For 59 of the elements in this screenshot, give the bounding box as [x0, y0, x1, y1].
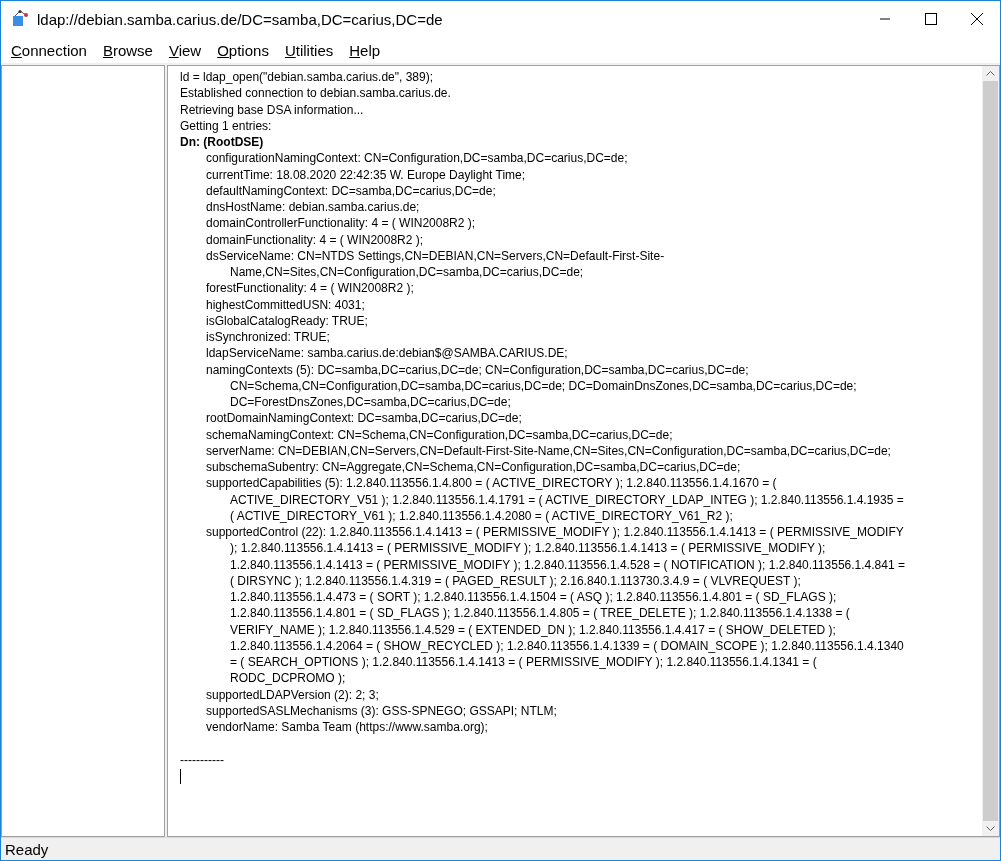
- log-line: vendorName: Samba Team (https://www.samba.org);: [206, 720, 488, 734]
- log-line: dnsHostName: debian.samba.carius.de;: [206, 200, 420, 214]
- menu-item[interactable]: Help: [341, 39, 389, 61]
- log-line: schemaNamingContext: CN=Schema,CN=Configuration,DC=samba,DC=carius,DC=de;: [206, 427, 673, 442]
- menu-item[interactable]: Browse: [94, 39, 161, 61]
- log-line: supportedControl (22): 1.2.840.113556.1.4.1413 = ( PERMISSIVE_MODIFY ); 1.2.840.113556.1.4.1413 = ( PERMISSIVE_MODIFY: [206, 525, 904, 539]
- log-line: Name,CN=Sites,CN=Configuration,DC=samba,DC=carius,DC=de;: [230, 265, 584, 279]
- log-line: ld = ldap_open("debian.samba.carius.de", 389);: [180, 70, 434, 84]
- log-line: Retrieving base DSA information...: [180, 102, 364, 117]
- log-line: Dn: (RootDSE): [180, 135, 264, 149]
- log-line: namingContexts (5): DC=samba,DC=carius,DC=de; CN=Configuration,DC=samba,DC=carius,DC=de;: [206, 362, 749, 377]
- log-line: defaultNamingContext: DC=samba,DC=carius,DC=de;: [206, 183, 496, 198]
- scrollbar[interactable]: [982, 66, 999, 836]
- log-line: 1.2.840.113556.1.4.801 = ( SD_FLAGS ); 1.2.840.113556.1.4.805 = ( TREE_DELETE ); 1.2.840.113556.1.4.1338 = (: [230, 606, 850, 621]
- log-line: rootDomainNamingContext: DC=samba,DC=carius,DC=de;: [206, 411, 522, 426]
- log-line: supportedLDAPVersion (2): 2; 3;: [206, 687, 379, 702]
- log-line: isGlobalCatalogReady: TRUE;: [206, 313, 368, 328]
- log-line: currentTime: 18.08.2020 22:42:35 W. Europe Daylight Time;: [206, 167, 526, 182]
- close-icon: [971, 13, 983, 25]
- maximize-icon: [925, 13, 937, 25]
- scroll-down-icon[interactable]: [986, 826, 995, 831]
- log-line: subschemaSubentry: CN=Aggregate,CN=Schema,CN=Configuration,DC=samba,DC=carius,DC=de;: [206, 460, 741, 474]
- log-line: Established connection to debian.samba.carius.de.: [180, 86, 451, 101]
- menu-item[interactable]: Utilities: [276, 39, 342, 61]
- window-title: ldap://debian.samba.carius.de/DC=samba,DC=carius,DC=de: [37, 10, 444, 28]
- log-line: VERIFY_NAME ); 1.2.840.113556.1.4.529 = ( EXTENDED_DN ); 1.2.840.113556.1.4.417 = ( SHOW_DELETED );: [230, 622, 836, 637]
- log-line: Getting 1 entries:: [180, 118, 272, 133]
- log-line: highestCommittedUSN: 4031;: [206, 297, 365, 312]
- log-line: isSynchronized: TRUE;: [206, 330, 330, 344]
- log-line: forestFunctionality: 4 = ( WIN2008R2 );: [206, 281, 414, 296]
- log-line: RODC_DCPROMO );: [230, 671, 346, 686]
- log-line: CN=Schema,CN=Configuration,DC=samba,DC=carius,DC=de; DC=DomainDnsZones,DC=samba,DC=carius,DC=de;: [230, 378, 857, 393]
- status-text: Ready: [5, 840, 50, 858]
- log-line: ( ACTIVE_DIRECTORY_V61 ); 1.2.840.113556.1.4.2080 = ( ACTIVE_DIRECTORY_V61_R2 );: [230, 508, 733, 523]
- log-line: serverName: CN=DEBIAN,CN=Servers,CN=Default-First-Site-Name,CN=Sites,CN=Configuration,DC=samba,DC=carius,DC=de;: [206, 443, 891, 458]
- log-line: ); 1.2.840.113556.1.4.1413 = ( PERMISSIVE_MODIFY ); 1.2.840.113556.1.4.1413 = ( PERMISSIVE_MODIFY );: [230, 541, 826, 556]
- log-line: ACTIVE_DIRECTORY_V51 ); 1.2.840.113556.1.4.1791 = ( ACTIVE_DIRECTORY_LDAP_INTEG ); 1.2.840.113556.1.4.1935 =: [230, 492, 904, 507]
- log-line: -----------: [180, 752, 224, 767]
- log-line: supportedSASLMechanisms (3): GSS-SPNEGO; GSSAPI; NTLM;: [206, 703, 557, 718]
- log-line: ldapServiceName: samba.carius.de:debian$@SAMBA.CARIUS.DE;: [206, 346, 568, 361]
- log-line: supportedCapabilities (5): 1.2.840.113556.1.4.800 = ( ACTIVE_DIRECTORY ); 1.2.840.113556.1.4.1670 = (: [206, 476, 777, 491]
- output-pane[interactable]: [167, 65, 1000, 837]
- log-line: 1.2.840.113556.1.4.1413 = ( PERMISSIVE_MODIFY ); 1.2.840.113556.1.4.528 = ( NOTIFICATION ); 1.2.840.113556.1.4.841 =: [230, 557, 905, 572]
- menu-item[interactable]: Options: [209, 39, 277, 61]
- menu-item[interactable]: View: [160, 39, 210, 61]
- text-cursor: [180, 768, 181, 784]
- log-line: configurationNamingContext: CN=Configuration,DC=samba,DC=carius,DC=de;: [206, 151, 628, 166]
- log-line: dsServiceName: CN=NTDS Settings,CN=DEBIAN,CN=Servers,CN=Default-First-Site-: [206, 248, 665, 263]
- menu-item[interactable]: Connection: [3, 39, 95, 61]
- log-line: domainControllerFunctionality: 4 = ( WIN2008R2 );: [206, 216, 476, 231]
- log-line: domainFunctionality: 4 = ( WIN2008R2 );: [206, 232, 424, 247]
- log-line: ( DIRSYNC ); 1.2.840.113556.1.4.319 = ( PAGED_RESULT ); 2.16.840.1.113730.3.4.9 = ( VLVREQUEST );: [230, 573, 801, 588]
- scroll-thumb[interactable]: [983, 81, 998, 821]
- log-line: = ( SEARCH_OPTIONS ); 1.2.840.113556.1.4.1413 = ( PERMISSIVE_MODIFY ); 1.2.840.113556.1.4.1341 = (: [230, 655, 817, 669]
- log-line: 1.2.840.113556.1.4.473 = ( SORT ); 1.2.840.113556.1.4.1504 = ( ASQ ); 1.2.840.113556.1.4.801 = ( SD_FLAGS );: [230, 590, 837, 604]
- scroll-up-icon[interactable]: [986, 71, 995, 76]
- app-icon: [11, 10, 29, 28]
- log-line: 1.2.840.113556.1.4.2064 = ( SHOW_RECYCLED ); 1.2.840.113556.1.4.1339 = ( DOMAIN_SCOPE ); 1.2.840.113556.1.4.1340: [230, 638, 904, 653]
- log-line: DC=ForestDnsZones,DC=samba,DC=carius,DC=de;: [230, 395, 511, 409]
